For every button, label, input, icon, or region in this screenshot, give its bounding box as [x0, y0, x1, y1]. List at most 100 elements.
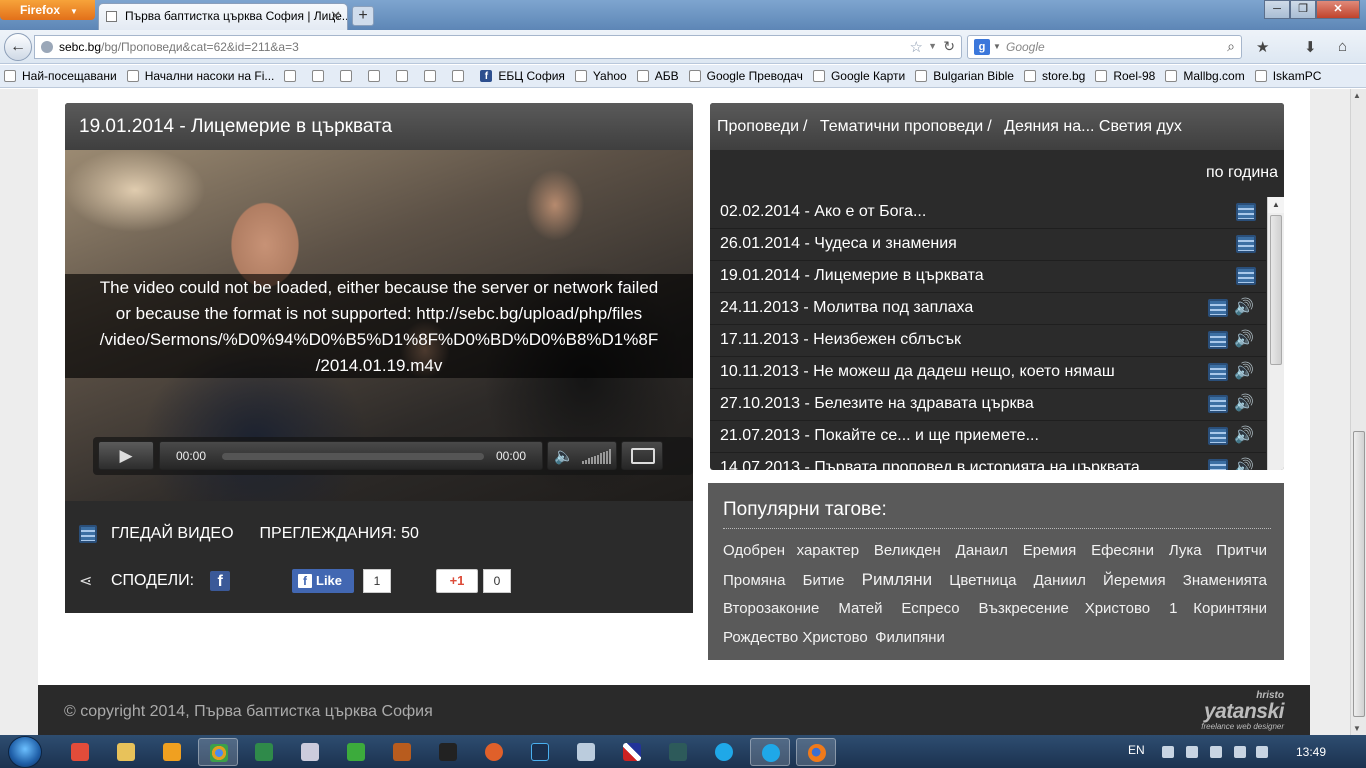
video-icon[interactable] [1236, 203, 1256, 221]
bookmark-item[interactable]: IskamPC [1254, 69, 1321, 83]
sermon-list-item[interactable]: 02.02.2014 - Ако е от Бога... [710, 197, 1266, 229]
sermon-list-item[interactable]: 10.11.2013 - Не можеш да дадеш нещо, кое… [710, 357, 1266, 389]
bookmark-item[interactable] [312, 70, 330, 82]
tag-link[interactable]: Великден [874, 542, 941, 559]
scrollbar-thumb[interactable] [1270, 215, 1282, 365]
reload-icon[interactable]: ↻ [943, 38, 955, 55]
sermon-list-item[interactable]: 17.11.2013 - Неизбежен сблъсък 🔊 [710, 325, 1266, 357]
taskbar-app-button[interactable] [382, 738, 422, 766]
taskbar-firefox-button[interactable] [796, 738, 836, 766]
bookmark-item[interactable]: Mallbg.com [1165, 69, 1245, 83]
maximize-button[interactable]: ❐ [1290, 0, 1316, 19]
tray-app-icon[interactable] [1186, 746, 1198, 758]
page-scrollbar[interactable]: ▲ ▼ [1350, 89, 1366, 735]
tray-expand-icon[interactable] [1162, 746, 1174, 758]
tag-link[interactable]: Битие [803, 572, 845, 589]
bookmark-item[interactable] [368, 70, 386, 82]
taskbar-app-button[interactable] [60, 738, 100, 766]
tag-link[interactable]: Промяна [723, 572, 786, 589]
sermon-link[interactable]: 19.01.2014 - Лицемерие в църквата [720, 267, 984, 284]
video-icon[interactable] [1208, 331, 1228, 349]
taskbar-photoshop-button[interactable] [520, 738, 560, 766]
video-icon[interactable] [1208, 427, 1228, 445]
video-icon[interactable] [1236, 235, 1256, 253]
tab-current[interactable]: Първа баптистка църква София | Лице... ✕ [98, 3, 348, 30]
facebook-like-button[interactable]: f Like [292, 569, 354, 593]
sermon-link[interactable]: 02.02.2014 - Ако е от Бога... [720, 203, 926, 220]
tag-link[interactable]: Данаил [956, 542, 1008, 559]
bookmark-item[interactable]: АБВ [636, 69, 679, 83]
speaker-icon[interactable]: 🔈 [554, 446, 574, 466]
taskbar-audition-button[interactable] [658, 738, 698, 766]
search-box[interactable]: g ▼ Google ⌕ [967, 35, 1242, 59]
bookmark-item[interactable]: Google Карти [812, 69, 905, 83]
tag-link[interactable]: Ефесяни [1091, 542, 1154, 559]
bookmark-star-icon[interactable]: ☆ [910, 38, 923, 56]
audio-icon[interactable]: 🔊 [1234, 459, 1256, 470]
tag-link[interactable]: Йеремия [1103, 572, 1166, 589]
sermon-list-item[interactable]: 24.11.2013 - Молитва под заплаха 🔊 [710, 293, 1266, 325]
site-identity-icon[interactable] [41, 41, 53, 53]
taskbar-app-button[interactable] [428, 738, 468, 766]
sermon-list-item[interactable]: 26.01.2014 - Чудеса и знамения [710, 229, 1266, 261]
audio-icon[interactable]: 🔊 [1234, 395, 1256, 413]
search-icon[interactable]: ⌕ [1227, 38, 1235, 55]
sermon-link[interactable]: 27.10.2013 - Белезите на здравата църква [720, 395, 1034, 412]
bookmark-item[interactable]: Google Преводач [688, 69, 803, 83]
bookmark-item[interactable]: Най-посещавани [4, 69, 117, 83]
taskbar-app-button[interactable] [336, 738, 376, 766]
sermon-link[interactable]: 14.07.2013 - Първата проповед в историят… [720, 459, 1140, 470]
scroll-down-icon[interactable]: ▼ [1353, 724, 1361, 733]
sermon-link[interactable]: 17.11.2013 - Неизбежен сблъсък [720, 331, 961, 348]
google-plus-button[interactable]: +1 [436, 569, 478, 593]
tag-link[interactable]: 1 Коринтяни [1169, 600, 1267, 617]
tag-link[interactable]: Еспресо [901, 600, 959, 617]
taskbar-app-button[interactable] [474, 738, 514, 766]
bookmark-item[interactable]: Roel-98 [1095, 69, 1155, 83]
tag-link[interactable]: Знаменията [1183, 572, 1267, 589]
downloads-icon[interactable]: ⬇ [1304, 38, 1317, 56]
clock[interactable]: 13:49 [1296, 745, 1326, 759]
tag-link[interactable]: Римляни [862, 570, 933, 589]
bookmarks-menu-icon[interactable]: ★ [1256, 38, 1269, 56]
close-tab-icon[interactable]: ✕ [330, 8, 341, 24]
bookmark-item[interactable]: Начални насоки на Fi... [126, 69, 274, 83]
audio-icon[interactable]: 🔊 [1234, 363, 1256, 381]
bookmark-item[interactable]: Bulgarian Bible [915, 69, 1014, 83]
video-icon[interactable] [1208, 363, 1228, 381]
audio-icon[interactable]: 🔊 [1234, 299, 1256, 317]
seek-bar[interactable] [222, 453, 484, 460]
taskbar-app-button[interactable] [612, 738, 652, 766]
bookmark-item[interactable]: Yahoo [574, 69, 627, 83]
address-bar[interactable]: sebc.bg/bg/Проповеди&cat=62&id=211&a=3 ☆… [34, 35, 962, 59]
bookmark-item[interactable] [452, 70, 470, 82]
dropbox-icon[interactable] [1256, 746, 1268, 758]
tag-link[interactable]: Филипяни [875, 629, 945, 646]
minimize-button[interactable]: ─ [1264, 0, 1290, 19]
tag-link[interactable]: Второзаконие [723, 600, 819, 617]
video-icon[interactable] [1208, 299, 1228, 317]
new-tab-button[interactable]: + [352, 6, 374, 26]
home-icon[interactable]: ⌂ [1338, 38, 1347, 55]
taskbar-skype-button[interactable] [704, 738, 744, 766]
google-engine-icon[interactable]: g [974, 39, 990, 55]
scroll-up-icon[interactable]: ▲ [1353, 91, 1361, 100]
audio-icon[interactable]: 🔊 [1234, 331, 1256, 349]
taskbar-excel-button[interactable] [244, 738, 284, 766]
history-dropdown-icon[interactable]: ▼ [928, 41, 937, 51]
video-icon[interactable] [1208, 459, 1228, 470]
close-window-button[interactable]: ✕ [1316, 0, 1360, 19]
breadcrumb-sermons[interactable]: Проповеди [717, 118, 799, 135]
bookmark-item[interactable] [424, 70, 442, 82]
watch-video-link[interactable]: ГЛЕДАЙ ВИДЕО [111, 525, 234, 543]
bookmark-item[interactable]: store.bg [1023, 69, 1085, 83]
bookmark-item[interactable] [284, 70, 302, 82]
tag-link[interactable]: Одобрен характер [723, 542, 859, 559]
bookmark-item[interactable] [340, 70, 358, 82]
sermon-list-item[interactable]: 27.10.2013 - Белезите на здравата църква… [710, 389, 1266, 421]
start-button[interactable] [8, 736, 42, 768]
sermon-list-item[interactable]: 19.01.2014 - Лицемерие в църквата [710, 261, 1266, 293]
back-button[interactable]: ← [4, 33, 32, 61]
tag-link[interactable]: Лука [1169, 542, 1202, 559]
sermon-list-item[interactable]: 21.07.2013 - Покайте се... и ще приемете… [710, 421, 1266, 453]
